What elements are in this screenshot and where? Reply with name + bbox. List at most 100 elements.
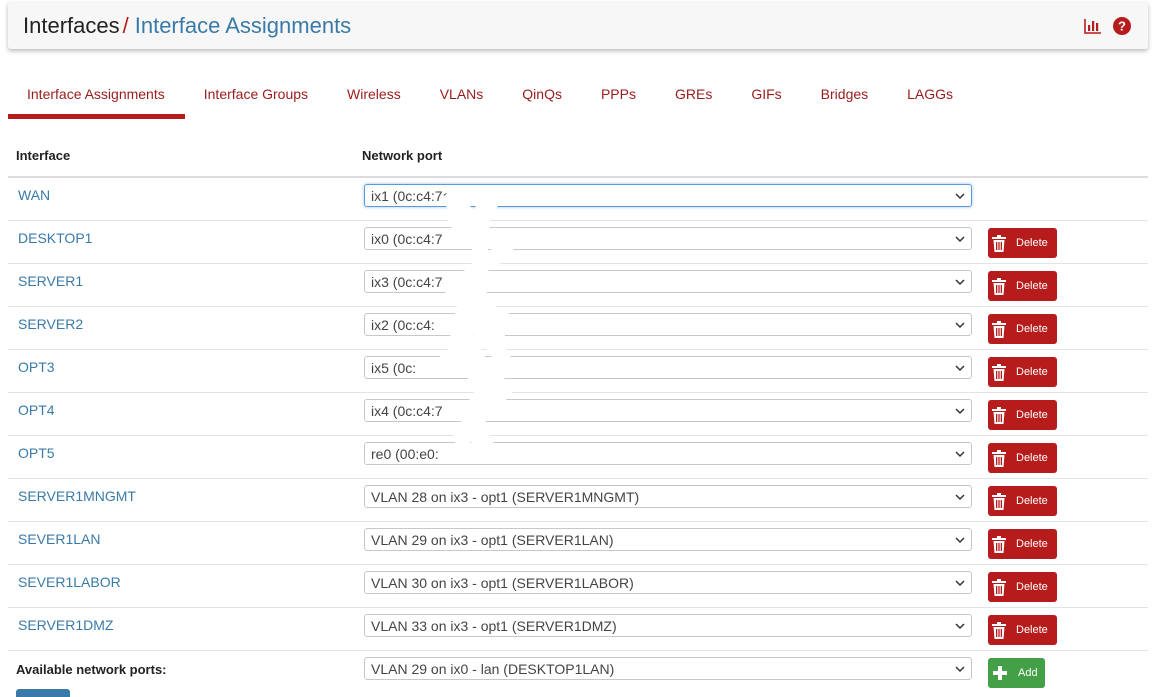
select-value: VLAN 29 on ix3 - opt1 (SERVER1LAN) (371, 532, 614, 548)
tab-interface-assignments[interactable]: Interface Assignments (8, 78, 185, 119)
delete-label: Delete (1016, 495, 1048, 507)
tab-gifs[interactable]: GIFs (732, 78, 801, 119)
table-row: SERVER2 ix2 (0c:c4: Delete (8, 307, 1148, 350)
select-value: VLAN 33 on ix3 - opt1 (SERVER1DMZ) (371, 618, 617, 634)
network-port-select[interactable]: VLAN 29 on ix3 - opt1 (SERVER1LAN) (364, 528, 972, 551)
delete-label: Delete (1016, 280, 1048, 292)
interface-link[interactable]: OPT4 (18, 402, 55, 418)
delete-label: Delete (1016, 409, 1048, 421)
chevron-down-icon (955, 580, 965, 587)
select-value: VLAN 28 on ix3 - opt1 (SERVER1MNGMT) (371, 489, 640, 505)
delete-label: Delete (1016, 323, 1048, 335)
save-button[interactable] (16, 689, 70, 697)
delete-button[interactable]: Delete (988, 400, 1057, 430)
bar-chart-icon[interactable] (1083, 16, 1103, 36)
header-icons: ? (1083, 16, 1132, 36)
interface-link[interactable]: SERVER1MNGMT (18, 488, 136, 504)
chevron-down-icon (955, 193, 965, 200)
available-ports-row: Available network ports: VLAN 29 on ix0 … (8, 651, 1148, 693)
interface-link[interactable]: SEVER1LABOR (18, 574, 121, 590)
tab-bar: Interface Assignments Interface Groups W… (8, 78, 973, 119)
breadcrumb-current[interactable]: Interface Assignments (135, 13, 351, 38)
table-row: SERVER1MNGMT VLAN 28 on ix3 - opt1 (SERV… (8, 479, 1148, 522)
interface-link[interactable]: SERVER1DMZ (18, 617, 113, 633)
interface-link[interactable]: OPT5 (18, 445, 55, 461)
table-row: SERVER1 ix3 (0c:c4:7 Delete (8, 264, 1148, 307)
tab-gres[interactable]: GREs (656, 78, 732, 119)
select-value: ix2 (0c:c4: (371, 317, 435, 333)
tab-interface-groups[interactable]: Interface Groups (185, 78, 328, 119)
delete-label: Delete (1016, 237, 1048, 249)
interface-link[interactable]: WAN (18, 187, 50, 203)
select-value: ix5 (0c: (371, 360, 417, 376)
trash-icon (992, 492, 1006, 510)
breadcrumb-separator: / (122, 13, 129, 38)
delete-button[interactable]: Delete (988, 314, 1057, 344)
chevron-down-icon (955, 666, 965, 673)
interface-link[interactable]: SERVER2 (18, 316, 83, 332)
breadcrumb-root[interactable]: Interfaces (23, 13, 120, 38)
network-port-select[interactable]: ix3 (0c:c4:7 (364, 270, 972, 293)
delete-button[interactable]: Delete (988, 572, 1057, 602)
table-row: SEVER1LABOR VLAN 30 on ix3 - opt1 (SERVE… (8, 565, 1148, 608)
trash-icon (992, 578, 1006, 596)
network-port-select[interactable]: ix2 (0c:c4: (364, 313, 972, 336)
delete-label: Delete (1016, 624, 1048, 636)
network-port-select[interactable]: ix5 (0c: (364, 356, 972, 379)
tab-qinqs[interactable]: QinQs (503, 78, 582, 119)
tab-vlans[interactable]: VLANs (421, 78, 504, 119)
plus-icon (992, 664, 1008, 682)
interface-link[interactable]: OPT3 (18, 359, 55, 375)
tab-bridges[interactable]: Bridges (802, 78, 888, 119)
select-value: ix1 (0c:c4:7a (371, 188, 451, 204)
available-port-select[interactable]: VLAN 29 on ix0 - lan (DESKTOP1LAN) (364, 657, 972, 680)
page-header: Interfaces / Interface Assignments ? (8, 2, 1148, 49)
delete-button[interactable]: Delete (988, 443, 1057, 473)
trash-icon (992, 535, 1006, 553)
trash-icon (992, 363, 1006, 381)
column-header-network-port: Network port (362, 148, 443, 163)
network-port-select[interactable]: ix4 (0c:c4:7 (364, 399, 972, 422)
select-value: ix4 (0c:c4:7 (371, 403, 443, 419)
table-row: OPT5 re0 (00:e0: Delete (8, 436, 1148, 479)
interface-link[interactable]: DESKTOP1 (18, 230, 92, 246)
interface-link[interactable]: SEVER1LAN (18, 531, 100, 547)
network-port-select[interactable]: re0 (00:e0: (364, 442, 972, 465)
delete-button[interactable]: Delete (988, 357, 1057, 387)
table-row: SERVER1DMZ VLAN 33 on ix3 - opt1 (SERVER… (8, 608, 1148, 651)
chevron-down-icon (955, 408, 965, 415)
delete-button[interactable]: Delete (988, 271, 1057, 301)
network-port-select[interactable]: VLAN 33 on ix3 - opt1 (SERVER1DMZ) (364, 614, 972, 637)
add-button[interactable]: Add (988, 658, 1045, 688)
delete-label: Delete (1016, 538, 1048, 550)
tab-wireless[interactable]: Wireless (328, 78, 421, 119)
tab-ppps[interactable]: PPPs (582, 78, 656, 119)
network-port-select[interactable]: VLAN 28 on ix3 - opt1 (SERVER1MNGMT) (364, 485, 972, 508)
table-row: DESKTOP1 ix0 (0c:c4:7 Delete (8, 221, 1148, 264)
chevron-down-icon (955, 623, 965, 630)
network-port-select[interactable]: ix0 (0c:c4:7 (364, 227, 972, 250)
delete-button[interactable]: Delete (988, 615, 1057, 645)
network-port-select[interactable]: VLAN 30 on ix3 - opt1 (SERVER1LABOR) (364, 571, 972, 594)
chevron-down-icon (955, 494, 965, 501)
chevron-down-icon (955, 322, 965, 329)
trash-icon (992, 320, 1006, 338)
interface-link[interactable]: SERVER1 (18, 273, 83, 289)
select-value: VLAN 29 on ix0 - lan (DESKTOP1LAN) (371, 661, 615, 677)
delete-label: Delete (1016, 452, 1048, 464)
delete-button[interactable]: Delete (988, 529, 1057, 559)
delete-button[interactable]: Delete (988, 228, 1057, 258)
network-port-select[interactable]: ix1 (0c:c4:7a (364, 184, 972, 207)
svg-text:?: ? (1118, 19, 1126, 34)
table-header: Interface Network port (8, 136, 1148, 178)
tab-laggs[interactable]: LAGGs (888, 78, 973, 119)
table-row: OPT3 ix5 (0c: Delete (8, 350, 1148, 393)
delete-button[interactable]: Delete (988, 486, 1057, 516)
table-row: OPT4 ix4 (0c:c4:7 Delete (8, 393, 1148, 436)
interface-assignments-table: Interface Network port WAN ix1 (0c:c4:7a… (8, 136, 1148, 693)
help-icon[interactable]: ? (1112, 16, 1132, 36)
select-value: ix3 (0c:c4:7 (371, 274, 443, 290)
select-value: VLAN 30 on ix3 - opt1 (SERVER1LABOR) (371, 575, 634, 591)
delete-label: Delete (1016, 366, 1048, 378)
chevron-down-icon (955, 537, 965, 544)
